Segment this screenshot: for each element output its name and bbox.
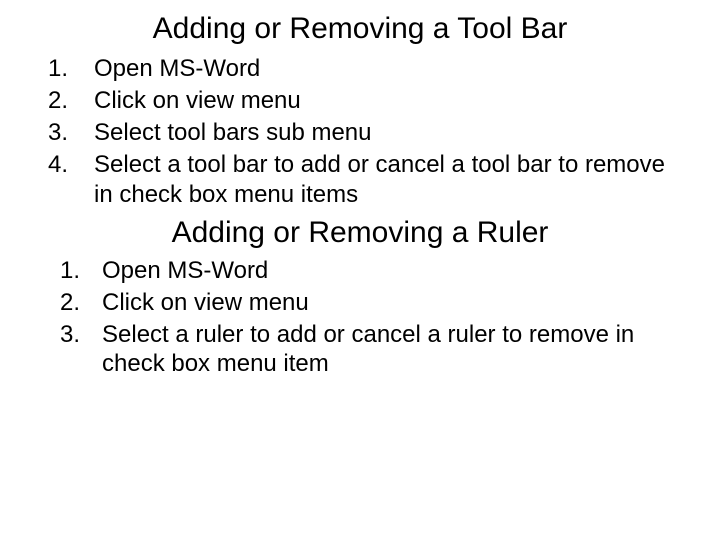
section1-steps: Open MS-Word Click on view menu Select t… bbox=[30, 54, 690, 210]
list-item: Select a tool bar to add or cancel a too… bbox=[94, 150, 690, 210]
list-item: Open MS-Word bbox=[102, 256, 690, 286]
list-item: Click on view menu bbox=[94, 86, 690, 116]
slide: Adding or Removing a Tool Bar Open MS-Wo… bbox=[0, 0, 720, 540]
list-item: Click on view menu bbox=[102, 288, 690, 318]
list-item: Select a ruler to add or cancel a ruler … bbox=[102, 320, 690, 380]
section1-title: Adding or Removing a Tool Bar bbox=[30, 12, 690, 46]
list-item: Open MS-Word bbox=[94, 54, 690, 84]
list-item: Select tool bars sub menu bbox=[94, 118, 690, 148]
section2-title: Adding or Removing a Ruler bbox=[30, 216, 690, 250]
section2-steps: Open MS-Word Click on view menu Select a… bbox=[30, 256, 690, 379]
